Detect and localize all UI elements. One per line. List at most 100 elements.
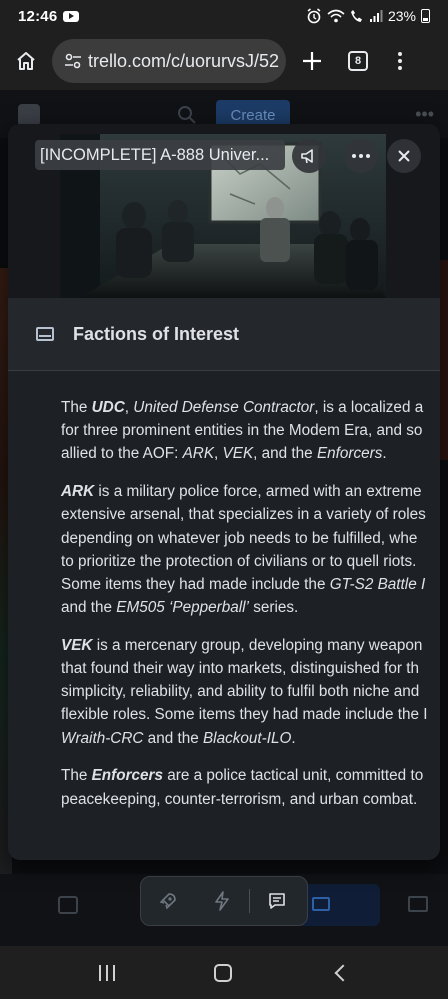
tune-icon[interactable] xyxy=(62,50,84,72)
card-actions-button[interactable] xyxy=(344,139,378,173)
youtube-notification-icon xyxy=(63,10,80,22)
automation-button[interactable] xyxy=(195,876,249,926)
description-header: Factions of Interest xyxy=(8,298,440,370)
description-line: for three prominent entities in the Mode… xyxy=(61,419,440,442)
text-run: VEK xyxy=(222,445,254,463)
trello-logo-icon xyxy=(18,104,40,126)
description-line: Wraith-CRC and the Blackout-ILO. xyxy=(61,727,440,750)
tab-count: 8 xyxy=(348,51,368,71)
cover-button[interactable] xyxy=(292,139,326,173)
text-run: and the xyxy=(61,599,117,617)
text-run: ARK xyxy=(61,483,95,501)
section-title: Factions of Interest xyxy=(73,323,240,344)
text-run: UDC xyxy=(91,399,125,416)
browser-toolbar: trello.com/c/uorurvsJ/52 8 xyxy=(0,32,448,90)
text-run: simplicity, reliability, and ability to … xyxy=(61,683,420,701)
close-button[interactable] xyxy=(387,139,421,173)
new-tab-button[interactable] xyxy=(286,32,338,90)
description-line: and the EM505 ‘Pepperball’ series. xyxy=(61,596,440,619)
text-run: , xyxy=(124,399,134,416)
description-paragraph: VEK is a mercenary group, developing man… xyxy=(61,634,440,750)
text-run: is a military police force, armed with a… xyxy=(94,483,422,501)
text-run: Enforcers xyxy=(316,445,383,463)
text-run: flexible roles. Some items they had made… xyxy=(61,706,428,724)
card-detail-modal: [INCOMPLETE] A-888 Univer... Factions of… xyxy=(8,124,440,860)
description-paragraph: ARK is a military police force, armed wi… xyxy=(61,480,440,619)
text-run: , and the xyxy=(253,445,317,463)
power-ups-button[interactable] xyxy=(141,876,195,926)
battery-icon xyxy=(421,9,430,23)
description-line: The UDC, United Defense Contractor, is a… xyxy=(61,396,440,419)
url-text[interactable]: trello.com/c/uorurvsJ/52 xyxy=(88,51,279,72)
home-button[interactable] xyxy=(0,32,52,90)
board-icon xyxy=(312,897,330,911)
tab-switcher-button[interactable]: 8 xyxy=(338,32,378,90)
text-run: and the xyxy=(143,729,203,747)
description-line: that found their way into markets, disti… xyxy=(61,657,440,680)
description-line: allied to the AOF: ARK, VEK, and the Enf… xyxy=(61,442,440,465)
signal-icon xyxy=(369,10,383,22)
status-bar: 12:46 23% xyxy=(0,0,448,32)
text-run: The xyxy=(61,767,92,785)
description-line: extensive arsenal, that specializes in a… xyxy=(61,503,440,526)
back-button[interactable] xyxy=(334,964,352,981)
rocket-icon xyxy=(159,893,176,910)
description-line: to prioritize the protection of civilian… xyxy=(61,550,440,573)
divider xyxy=(8,370,440,371)
wifi-icon xyxy=(327,9,345,23)
inbox-icon xyxy=(58,896,78,914)
plus-icon xyxy=(303,52,321,70)
text-run: . xyxy=(382,445,387,463)
description-line: peacekeeping, counter-terrorism, and urb… xyxy=(61,788,440,811)
text-run: that found their way into markets, disti… xyxy=(61,660,419,678)
text-run: depending on whatever job needs to be fu… xyxy=(61,529,418,547)
switch-boards-icon xyxy=(408,896,428,912)
home-nav-button[interactable] xyxy=(213,963,232,982)
cover-icon xyxy=(301,149,313,164)
description-line: flexible roles. Some items they had made… xyxy=(61,703,440,726)
text-run: . xyxy=(291,729,296,747)
text-run: series. xyxy=(248,599,299,617)
card-title[interactable]: [INCOMPLETE] A-888 Univer... xyxy=(35,140,285,170)
description-paragraph: The UDC, United Defense Contractor, is a… xyxy=(61,396,440,466)
description-line: The Enforcers are a police tactical unit… xyxy=(61,764,440,787)
card-cover: [INCOMPLETE] A-888 Univer... xyxy=(8,124,440,298)
home-icon xyxy=(17,52,35,70)
lightning-icon xyxy=(215,891,229,911)
text-run: Some items they had made include the xyxy=(61,575,330,593)
wifi-calling-icon xyxy=(350,10,362,22)
quick-actions-bar xyxy=(140,876,308,926)
alarm-icon xyxy=(307,8,321,24)
text-run: Wraith-CRC xyxy=(61,729,144,747)
text-run: is a mercenary group, developing many we… xyxy=(92,636,423,654)
text-run: , xyxy=(214,445,223,463)
text-run: Blackout-ILO xyxy=(202,729,292,747)
comment-icon xyxy=(269,893,285,909)
text-run: VEK xyxy=(61,636,93,654)
system-nav-bar xyxy=(0,946,448,999)
text-run: peacekeeping, counter-terrorism, and urb… xyxy=(61,790,418,808)
text-run: extensive arsenal, that specializes in a… xyxy=(61,506,426,524)
text-run: Enforcers xyxy=(91,767,164,785)
description-line: Some items they had made include the GT-… xyxy=(61,573,440,596)
status-icons: 23% xyxy=(306,8,430,24)
text-run: , is a localized a xyxy=(314,399,424,416)
battery-percent: 23% xyxy=(387,8,416,24)
comments-button[interactable] xyxy=(250,876,304,926)
close-icon xyxy=(398,150,410,162)
text-run: The xyxy=(61,399,92,416)
browser-menu-button[interactable] xyxy=(378,32,422,90)
recents-button[interactable] xyxy=(99,964,116,981)
more-horiz-icon: ••• xyxy=(415,104,434,124)
description-line: depending on whatever job needs to be fu… xyxy=(61,527,440,550)
text-run: are a police tactical unit, committed to xyxy=(163,767,424,785)
status-time: 12:46 xyxy=(18,7,58,25)
text-run: to prioritize the protection of civilian… xyxy=(61,552,417,570)
description-icon xyxy=(36,327,54,341)
text-run: United Defense Contractor xyxy=(133,399,315,416)
address-bar[interactable]: trello.com/c/uorurvsJ/52 xyxy=(52,39,286,83)
description-line: VEK is a mercenary group, developing man… xyxy=(61,634,440,657)
search-icon xyxy=(178,106,196,124)
card-description[interactable]: The UDC, United Defense Contractor, is a… xyxy=(61,396,440,825)
text-run: GT-S2 Battle I xyxy=(329,575,426,593)
